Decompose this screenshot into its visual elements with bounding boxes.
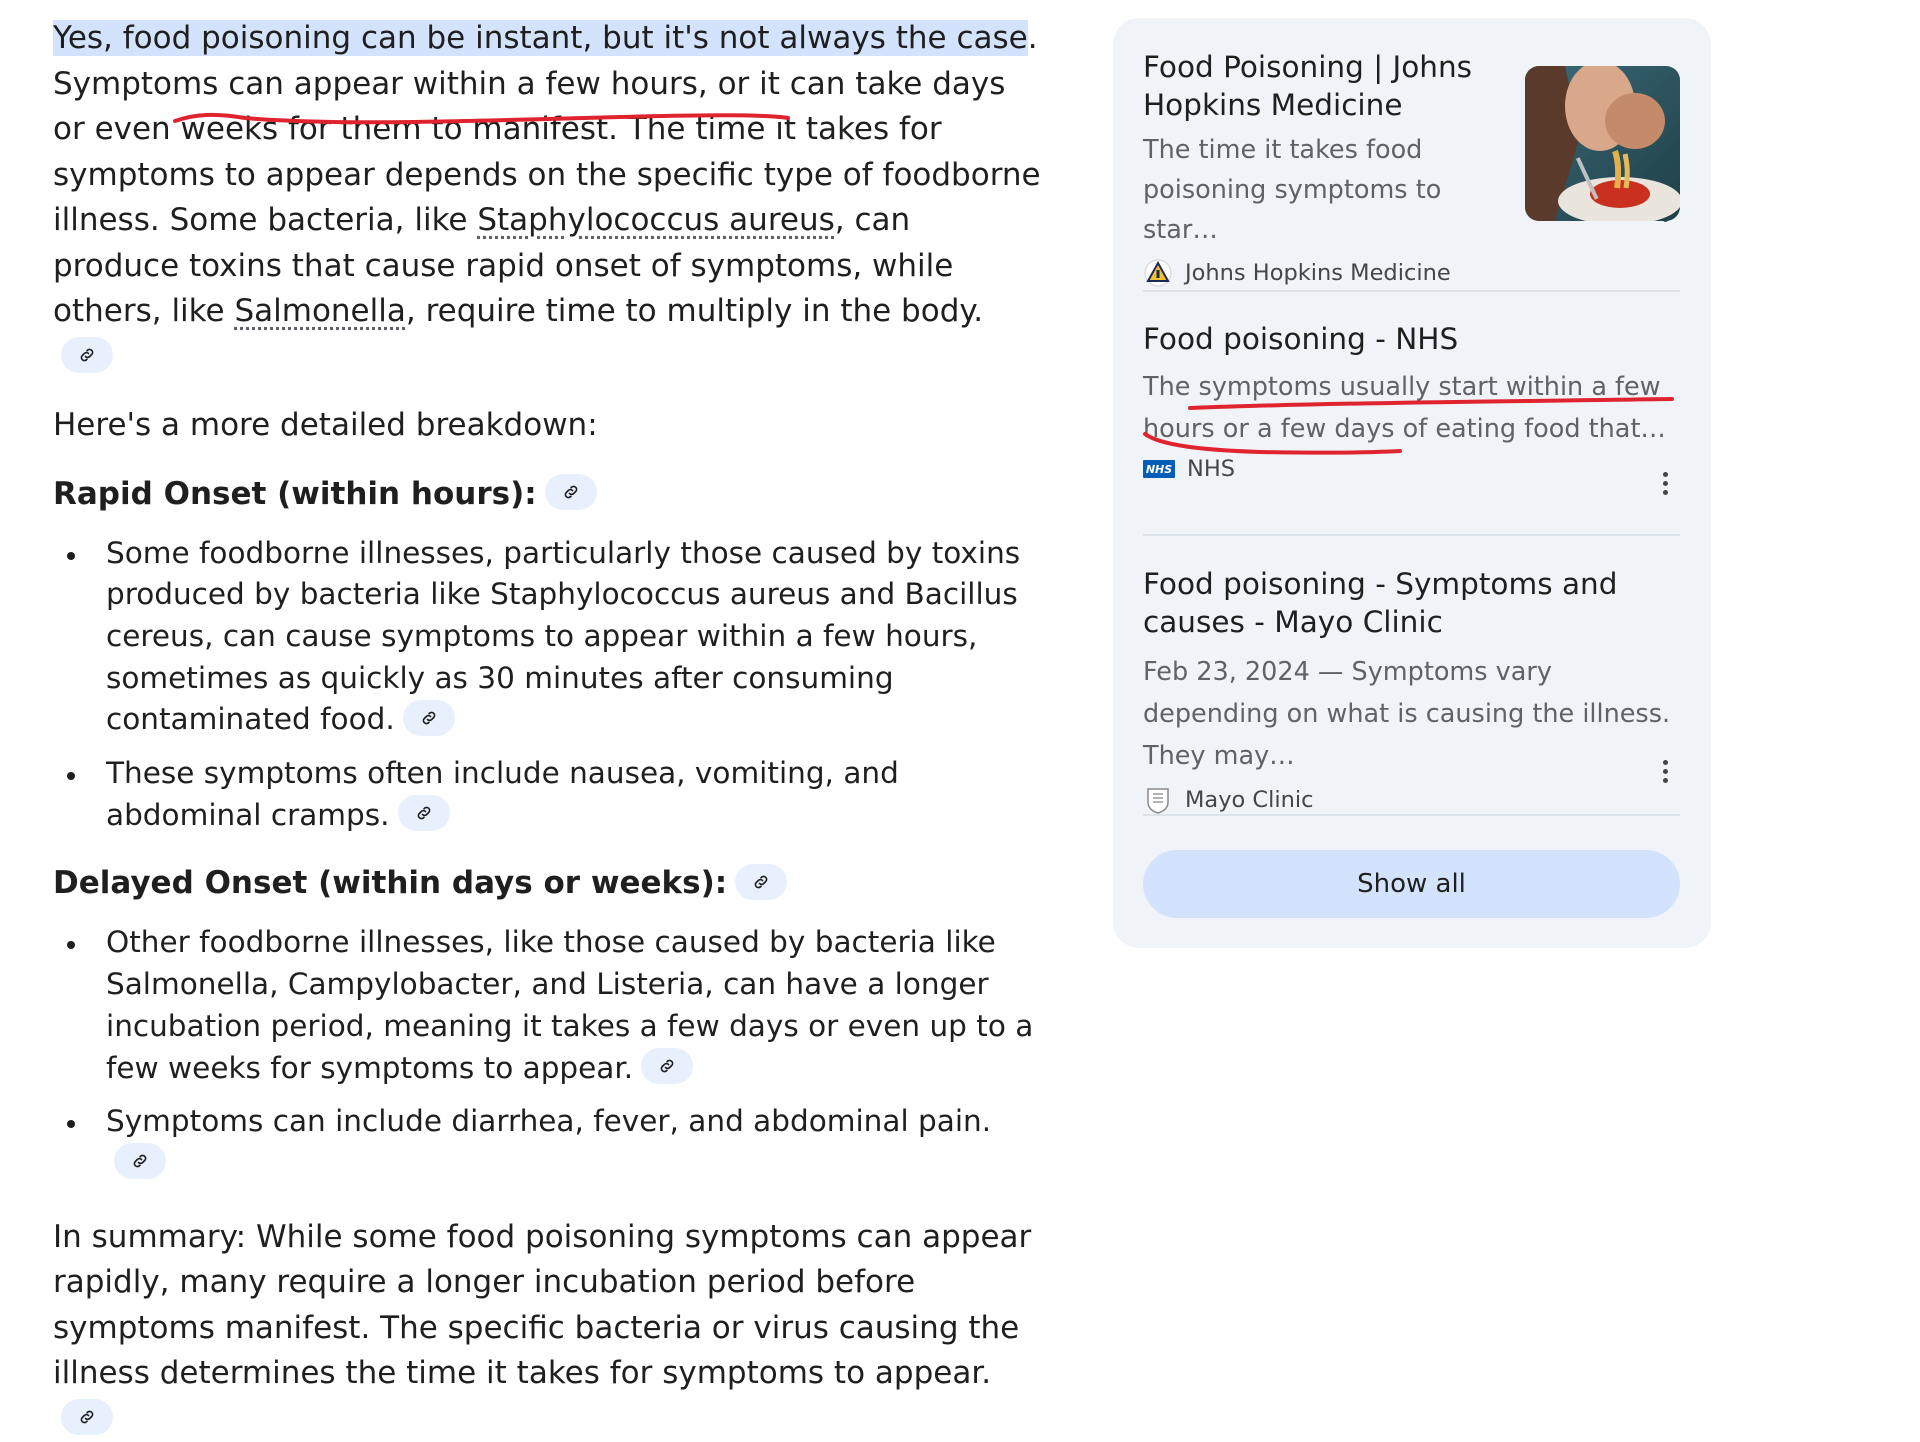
link-icon [660,1059,674,1073]
link-icon [422,711,436,725]
rapid-onset-list: Some foodborne illnesses, particularly t… [53,533,1043,837]
source-link-button[interactable] [641,1048,694,1085]
list-item: These symptoms often include nausea, vom… [53,753,1043,836]
source-title[interactable]: Food Poisoning | Johns Hopkins Medicine [1143,48,1503,124]
more-options-icon[interactable] [1650,468,1680,498]
source-snippet: The time it takes food poisoning symptom… [1143,135,1442,245]
source-link-button[interactable] [402,699,455,736]
link-icon [754,875,768,889]
nhs-logo-icon: NHS [1143,460,1175,478]
list-item: Symptoms can include diarrhea, fever, an… [53,1101,1043,1184]
source-card-johns-hopkins[interactable]: Food Poisoning | Johns Hopkins Medicine … [1143,48,1680,287]
source-attribution: Mayo Clinic [1143,785,1680,815]
source-title[interactable]: Food poisoning - Symptoms and causes - M… [1143,565,1623,641]
source-link-button[interactable] [544,474,597,510]
source-attribution: Johns Hopkins Medicine [1143,258,1680,288]
mayo-logo-icon [1143,785,1173,815]
source-name: NHS [1187,456,1236,482]
divider [1143,814,1680,816]
source-link-button[interactable] [114,1143,166,1180]
divider [1143,534,1680,536]
source-snippet: The symptoms usually start within a few … [1143,372,1666,444]
source-card-nhs[interactable]: Food poisoning - NHS The symptoms usuall… [1143,320,1680,520]
divider [1143,290,1680,292]
ai-answer: Yes, food poisoning can be instant, but … [53,16,1043,1442]
source-snippet: Feb 23, 2024 — Symptoms vary depending o… [1143,657,1671,771]
source-link-button[interactable] [397,795,450,832]
term-salmonella[interactable]: Salmonella [234,293,405,329]
section-heading-delayed: Delayed Onset (within days or weeks): [53,861,1043,906]
shield-logo-icon [1143,258,1173,288]
sources-panel: Food Poisoning | Johns Hopkins Medicine … [1113,18,1711,948]
source-attribution: NHS NHS [1143,456,1680,482]
link-icon [417,806,430,820]
term-staphylococcus[interactable]: Staphylococcus aureus [477,202,834,238]
delayed-onset-list: Other foodborne illnesses, like those ca… [53,922,1043,1184]
link-icon [564,485,577,499]
source-name: Johns Hopkins Medicine [1185,260,1451,286]
highlighted-answer: Yes, food poisoning can be instant, but … [53,20,1028,56]
source-card-mayo-clinic[interactable]: Food poisoning - Symptoms and causes - M… [1143,565,1680,814]
section-heading-rapid: Rapid Onset (within hours): [53,472,1043,517]
source-name: Mayo Clinic [1185,787,1314,813]
link-icon [80,348,94,362]
source-link-button[interactable] [735,863,788,900]
food-thumbnail[interactable] [1525,66,1680,221]
summary-paragraph: In summary: While some food poisoning sy… [53,1215,1043,1442]
link-icon [133,1155,147,1168]
intro-paragraph: Yes, food poisoning can be instant, but … [53,16,1043,380]
list-item: Some foodborne illnesses, particularly t… [53,533,1043,742]
breakdown-intro: Here's a more detailed breakdown: [53,407,598,443]
more-options-icon[interactable] [1650,756,1680,786]
source-title[interactable]: Food poisoning - NHS [1143,320,1680,358]
source-link-button[interactable] [61,337,113,373]
list-item: Other foodborne illnesses, like those ca… [53,922,1043,1089]
link-icon [80,1410,94,1424]
show-all-button[interactable]: Show all [1143,850,1680,918]
